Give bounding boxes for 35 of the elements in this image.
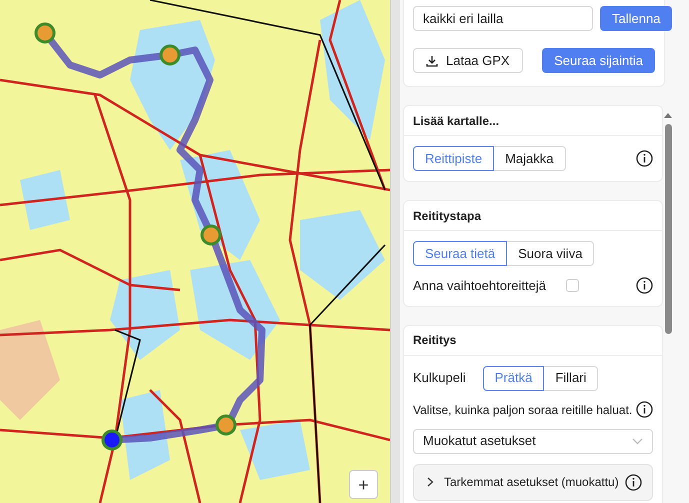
waypoint-marker[interactable] — [160, 44, 180, 66]
dropdown-select[interactable]: Muokatut asetukset — [413, 428, 653, 454]
checkbox-label: Anna vaihtoehtoreittejä — [413, 277, 546, 295]
segment-option[interactable]: Reittipiste — [413, 146, 494, 171]
download-gpx-button[interactable]: Lataa GPX — [413, 48, 523, 73]
row-label: Kulkupeli — [413, 369, 466, 388]
lake — [240, 420, 310, 480]
collapsible-label: Tarkemmat asetukset (muokattu) — [444, 474, 619, 491]
section-title: Reititys — [413, 332, 456, 349]
info-icon[interactable] — [625, 474, 642, 490]
section-title: Lisää kartalle... — [413, 112, 500, 130]
waypoint-marker[interactable] — [216, 414, 236, 436]
collapsible-header[interactable]: Tarkemmat asetukset (muokattu) — [413, 464, 653, 500]
name-input[interactable]: kaikki eri lailla — [413, 6, 593, 31]
chevron-icon — [427, 477, 434, 487]
waypoint-marker[interactable] — [200, 224, 222, 246]
hint-text: Valitse, kuinka paljon soraa reitille haluat. — [413, 402, 632, 418]
save-button[interactable]: Tallenna — [600, 6, 672, 31]
segment-option[interactable]: Suora viiva — [506, 241, 594, 266]
section-title: Reititystapa — [413, 208, 482, 224]
segment-option[interactable]: Majakka — [493, 146, 566, 171]
download-icon — [426, 54, 438, 66]
zoom-in-button[interactable]: + — [349, 470, 378, 499]
segment-option[interactable]: Prätkä — [482, 366, 544, 390]
checkbox[interactable] — [566, 279, 579, 292]
start-marker[interactable] — [102, 430, 122, 450]
lake — [20, 170, 70, 230]
info-icon[interactable] — [636, 277, 653, 294]
segment-option[interactable]: Seuraa tietä — [413, 241, 508, 266]
info-icon[interactable] — [636, 150, 653, 167]
info-icon[interactable] — [636, 401, 653, 418]
segment-option[interactable]: Fillari — [543, 366, 598, 390]
chevron-down-icon — [632, 438, 643, 444]
follow-location-button[interactable]: Seuraa sijaintia — [542, 48, 655, 73]
waypoint-marker[interactable] — [34, 22, 56, 44]
